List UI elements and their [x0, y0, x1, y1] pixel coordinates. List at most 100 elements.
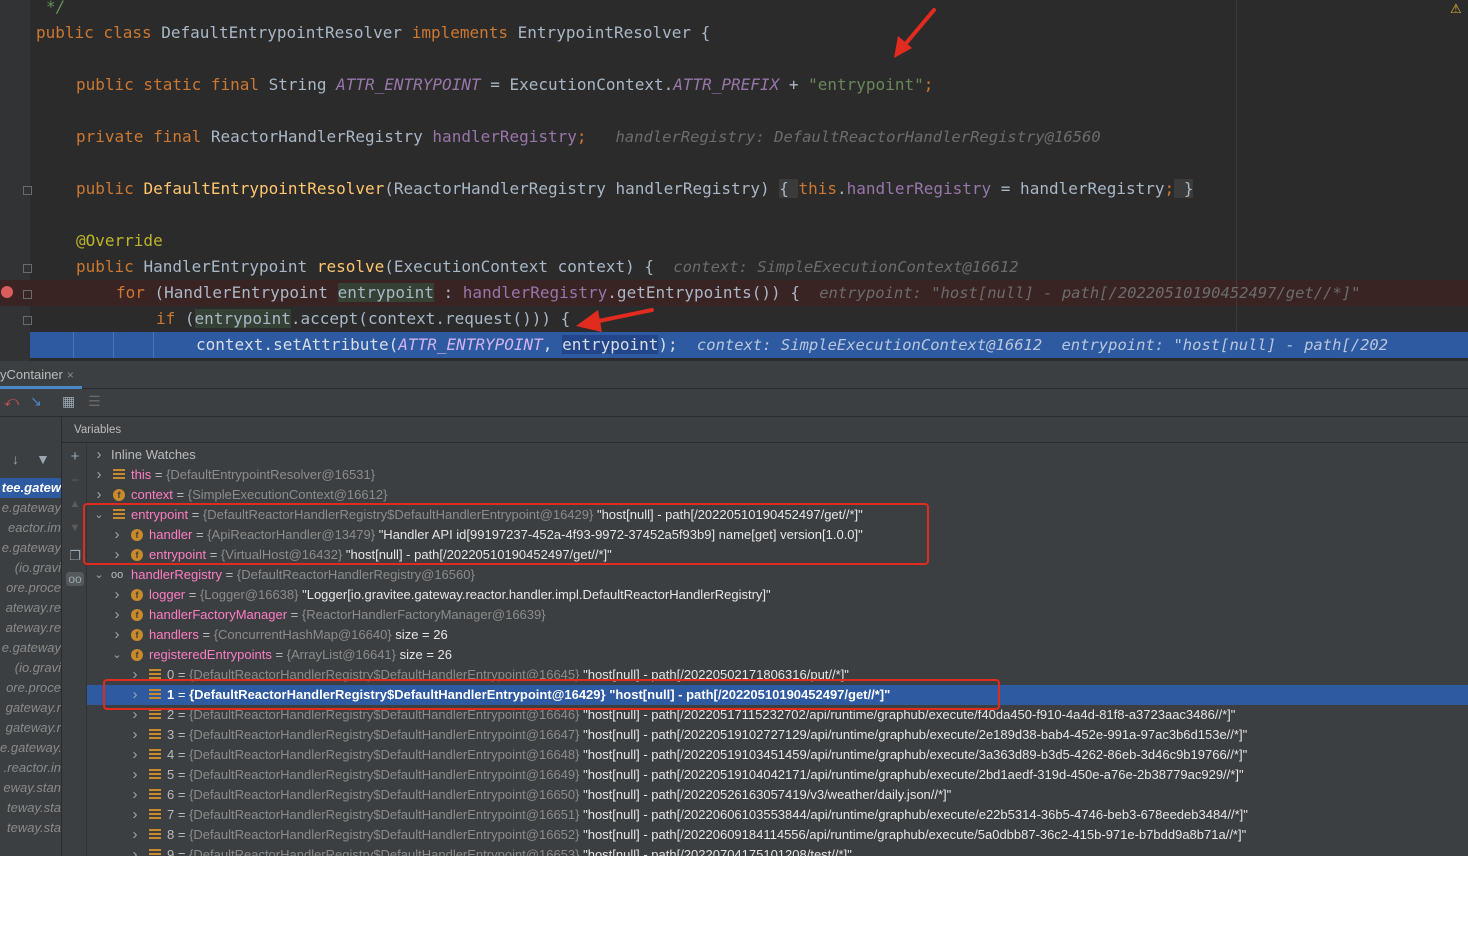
variable-value: "Logger[io.gravitee.gateway.reactor.hand… [298, 587, 771, 602]
field-icon: f [131, 629, 143, 641]
chevron-right-icon[interactable]: › [111, 585, 123, 605]
fold-marker-icon[interactable] [23, 316, 32, 325]
frame-item[interactable]: gateway.r [0, 698, 61, 718]
frame-item[interactable]: ore.proce [0, 578, 61, 598]
variable-row[interactable]: › 4 = {DefaultReactorHandlerRegistry$Defa… [87, 745, 1468, 765]
variable-row[interactable]: › 8 = {DefaultReactorHandlerRegistry$Defa… [87, 825, 1468, 845]
chevron-right-icon[interactable]: › [93, 465, 105, 485]
code-line-exec[interactable]: context.setAttribute(ATTR_ENTRYPOINT, en… [196, 332, 1388, 358]
chevron-right-icon[interactable]: › [129, 745, 141, 765]
arrow-down-icon[interactable]: ↓ [12, 451, 19, 467]
frame-item[interactable]: teway.sta [0, 818, 61, 838]
chevron-right-icon[interactable]: › [129, 785, 141, 805]
code-line-if[interactable]: if (entrypoint.accept(context.request())… [156, 306, 570, 332]
frame-item[interactable]: e.gateway [0, 498, 61, 518]
variable-value: "host[null] - path[/20220609184114556/ap… [579, 827, 1247, 842]
variable-row[interactable]: › 3 = {DefaultReactorHandlerRegistry$Defa… [87, 725, 1468, 745]
variable-type: {DefaultReactorHandlerRegistry$DefaultHa… [189, 727, 580, 742]
variable-row[interactable]: › f logger = {Logger@16638} "Logger[io.gra… [87, 585, 1468, 605]
variable-row[interactable]: › f context = {SimpleExecutionContext@1661… [87, 485, 1468, 505]
variable-row[interactable]: ⌄ oo handlerRegistry = {DefaultReactorHand… [87, 565, 1468, 585]
variable-row[interactable]: › f handlerFactoryManager = {ReactorHandle… [87, 605, 1468, 625]
frame-item[interactable]: teway.sta [0, 798, 61, 818]
variable-row[interactable]: › 6 = {DefaultReactorHandlerRegistry$Defa… [87, 785, 1468, 805]
code-editor[interactable]: ⚠ */ public class DefaultEntrypointResol… [0, 0, 1468, 361]
frame-item[interactable]: e.gateway. [0, 738, 61, 758]
frame-item[interactable]: eactor.im [0, 518, 61, 538]
frame-item[interactable]: .reactor.in [0, 758, 61, 778]
fold-marker-icon[interactable] [23, 264, 32, 273]
variable-row[interactable]: › f handlers = {ConcurrentHashMap@16640} s… [87, 625, 1468, 645]
variable-row[interactable]: ⌄ f registeredEntrypoints = {ArrayList@166… [87, 645, 1468, 665]
frame-item[interactable]: gateway.r [0, 718, 61, 738]
chevron-right-icon[interactable]: › [129, 765, 141, 785]
code-line-for-loop[interactable]: for (HandlerEntrypoint entrypoint : hand… [116, 280, 1360, 306]
variable-text: handlers = {ConcurrentHashMap@16640} siz… [149, 627, 448, 642]
variable-row[interactable]: › 5 = {DefaultReactorHandlerRegistry$Defa… [87, 765, 1468, 785]
variable-type: {DefaultReactorHandlerRegistry@16560} [236, 567, 475, 582]
move-up-icon[interactable]: ▲ [66, 498, 84, 510]
frame-item[interactable]: (io.gravi [0, 558, 61, 578]
filter-icon[interactable]: ▼ [36, 451, 50, 467]
frame-item[interactable]: e.gateway [0, 638, 61, 658]
add-watch-icon[interactable]: + [66, 448, 84, 465]
code-line-constructor[interactable]: public DefaultEntrypointResolver(Reactor… [76, 176, 1194, 202]
code-line-resolve[interactable]: public HandlerEntrypoint resolve(Executi… [76, 254, 1019, 280]
frame-item[interactable]: ore.proce [0, 678, 61, 698]
variable-value: "host[null] - path[/20220606103553844/ap… [579, 807, 1248, 822]
remove-watch-icon[interactable]: − [66, 472, 84, 489]
breakpoint-icon[interactable] [1, 286, 13, 298]
fold-marker-icon[interactable] [23, 290, 32, 299]
variable-type: {DefaultReactorHandlerRegistry$DefaultHa… [189, 767, 580, 782]
copy-icon[interactable]: ❐ [66, 548, 84, 564]
tab-label: yContainer [0, 367, 63, 382]
code-line-class-decl[interactable]: public class DefaultEntrypointResolver i… [36, 20, 710, 46]
move-down-icon[interactable]: ▼ [66, 522, 84, 534]
variable-row[interactable]: › this = {DefaultEntrypointResolver@16531… [87, 465, 1468, 485]
chevron-right-icon[interactable]: › [129, 845, 141, 856]
frame-item[interactable]: e.gateway [0, 538, 61, 558]
inline-debug-hint: handlerRegistry: DefaultReactorHandlerRe… [615, 128, 1101, 146]
variable-row[interactable]: › 7 = {DefaultReactorHandlerRegistry$Defa… [87, 805, 1468, 825]
variable-text: 6 = {DefaultReactorHandlerRegistry$Defau… [167, 787, 952, 802]
frame-item[interactable]: tee.gatew [0, 478, 61, 498]
glasses-icon[interactable]: oo [66, 572, 84, 586]
chevron-right-icon[interactable]: › [93, 485, 105, 505]
code-line-registry-field[interactable]: private final ReactorHandlerRegistry han… [76, 124, 1101, 150]
inline-debug-hint: entrypoint: "host[null] - path[/202 [1061, 336, 1389, 354]
code-line-override[interactable]: @Override [76, 228, 163, 254]
frame-item[interactable]: (io.gravi [0, 658, 61, 678]
variable-name: registeredEntrypoints [149, 647, 272, 662]
chevron-down-icon[interactable]: ⌄ [93, 565, 105, 585]
chevron-right-icon[interactable]: › [129, 805, 141, 825]
table-view-icon[interactable]: ▦ [62, 393, 75, 410]
code-line-attr-field[interactable]: public static final String ATTR_ENTRYPOI… [76, 72, 933, 98]
frame-item[interactable]: ateway.re [0, 618, 61, 638]
chevron-right-icon[interactable]: › [93, 445, 105, 465]
code-comment-end: */ [46, 0, 66, 16]
editor-gutter[interactable] [0, 0, 30, 361]
close-icon[interactable]: × [67, 368, 74, 382]
variable-value: size = 26 [396, 647, 453, 662]
frame-item[interactable]: eway.stan [0, 778, 61, 798]
variable-row[interactable]: › Inline Watches [87, 445, 1468, 465]
chevron-right-icon[interactable]: › [129, 825, 141, 845]
fold-marker-icon[interactable] [23, 186, 32, 195]
variable-type: {DefaultReactorHandlerRegistry$DefaultHa… [189, 787, 580, 802]
chevron-right-icon[interactable]: › [129, 725, 141, 745]
indent-guide [113, 332, 114, 358]
variable-text: 5 = {DefaultReactorHandlerRegistry$Defau… [167, 767, 1244, 782]
variable-icon [149, 789, 161, 801]
chevron-right-icon[interactable]: › [111, 625, 123, 645]
chevron-right-icon[interactable]: › [111, 605, 123, 625]
stop-frame-icon[interactable]: ⤺ [4, 393, 19, 410]
warning-icon[interactable]: ⚠ [1450, 2, 1462, 17]
tab-debug-session[interactable]: yContainer × [0, 361, 82, 389]
variable-text: 8 = {DefaultReactorHandlerRegistry$Defau… [167, 827, 1247, 842]
layout-icon[interactable]: ☰ [88, 393, 101, 410]
frame-item[interactable]: ateway.re [0, 598, 61, 618]
variable-row[interactable]: › 9 = {DefaultReactorHandlerRegistry$Defa… [87, 845, 1468, 856]
variables-header: Variables [62, 417, 1468, 443]
step-filter-icon[interactable]: ↘ [30, 393, 42, 410]
chevron-down-icon[interactable]: ⌄ [111, 645, 123, 665]
